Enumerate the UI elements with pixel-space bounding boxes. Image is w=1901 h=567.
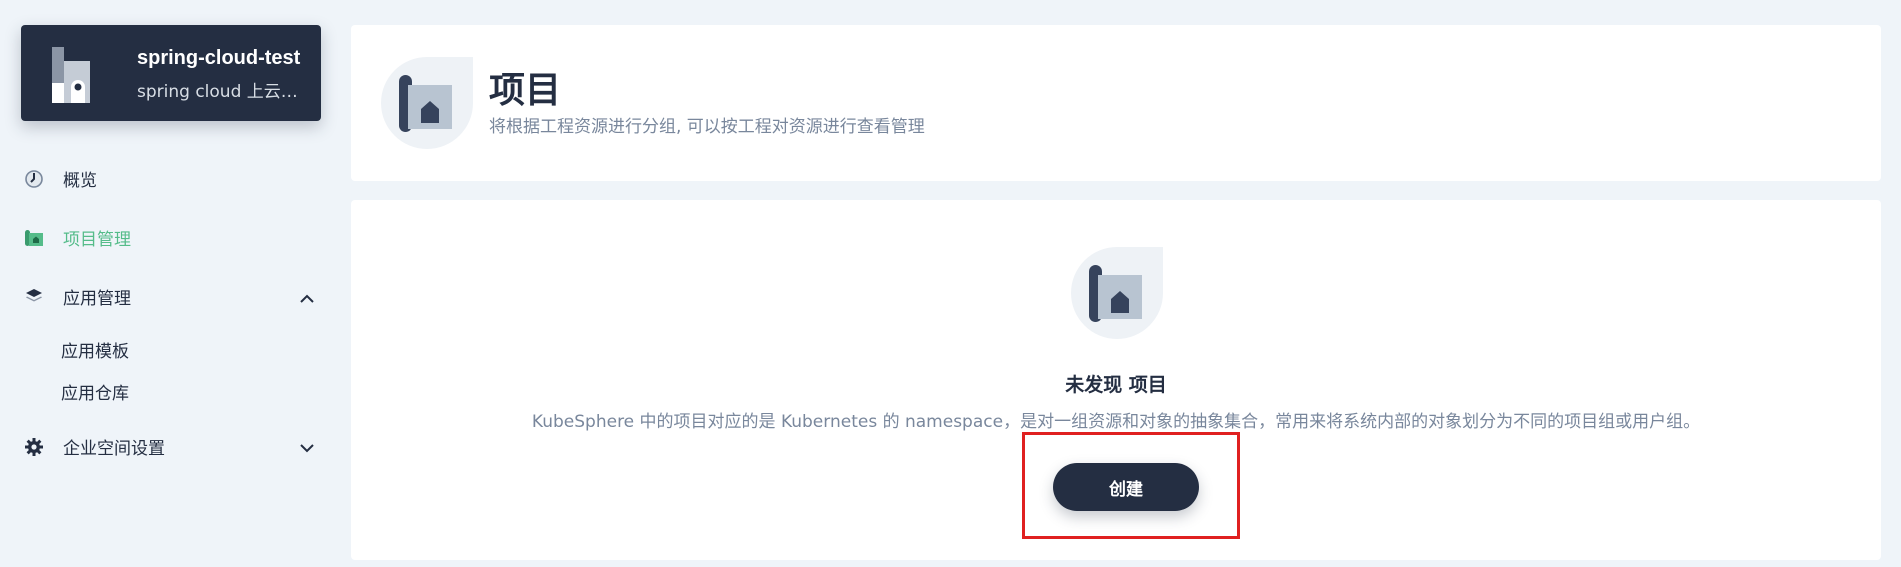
sidebar-subitem-app-templates[interactable]: 应用模板 — [61, 337, 129, 362]
sidebar: spring-cloud-test spring cloud 上云… 概览 项目… — [0, 0, 342, 567]
empty-state-description: KubeSphere 中的项目对应的是 Kubernetes 的 namespa… — [531, 412, 1701, 432]
sidebar-item-projects[interactable]: 项目管理 — [24, 225, 131, 250]
project-icon — [24, 228, 44, 248]
sidebar-item-workspace-settings[interactable]: 企业空间设置 — [24, 434, 165, 459]
gear-icon — [24, 437, 44, 457]
create-button[interactable]: 创建 — [1053, 463, 1199, 511]
empty-state-card: 未发现 项目 KubeSphere 中的项目对应的是 Kubernetes 的 … — [351, 200, 1881, 560]
page-header: 项目 将根据工程资源进行分组, 可以按工程对资源进行查看管理 — [351, 25, 1881, 181]
dashboard-icon — [24, 169, 44, 189]
sidebar-item-label: 项目管理 — [63, 230, 131, 250]
page-title: 项目 — [489, 70, 562, 111]
empty-state-title: 未发现 项目 — [1065, 374, 1167, 396]
sidebar-item-label: 应用管理 — [63, 289, 131, 309]
chevron-up-icon[interactable] — [298, 290, 316, 308]
sidebar-item-overview[interactable]: 概览 — [24, 166, 97, 191]
chevron-down-icon[interactable] — [298, 439, 316, 457]
workspace-name: spring-cloud-test — [137, 47, 301, 69]
project-icon — [381, 57, 473, 149]
project-icon — [1071, 247, 1163, 339]
workspace-description: spring cloud 上云… — [137, 82, 298, 102]
page-description: 将根据工程资源进行分组, 可以按工程对资源进行查看管理 — [489, 117, 925, 137]
layers-icon — [24, 287, 44, 307]
sidebar-item-label: 概览 — [63, 171, 97, 191]
sidebar-subitem-app-repos[interactable]: 应用仓库 — [61, 379, 129, 404]
sidebar-item-label: 企业空间设置 — [63, 439, 165, 459]
workspace-icon — [52, 47, 90, 103]
sidebar-item-app-management[interactable]: 应用管理 — [24, 284, 131, 309]
workspace-card[interactable]: spring-cloud-test spring cloud 上云… — [21, 25, 321, 121]
